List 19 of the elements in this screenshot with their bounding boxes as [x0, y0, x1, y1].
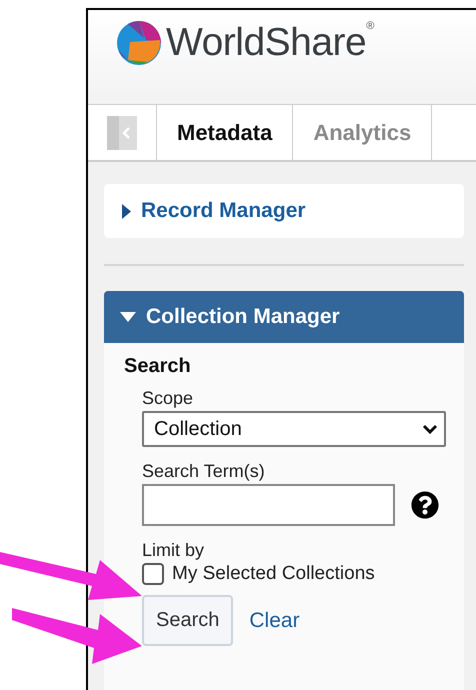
checkbox-label: My Selected Collections [172, 563, 375, 585]
checkbox[interactable] [142, 563, 164, 585]
scope-select[interactable]: Collection [142, 411, 446, 447]
help-icon[interactable] [411, 491, 439, 519]
registered-mark: ® [366, 20, 374, 32]
clear-link[interactable]: Clear [249, 608, 300, 632]
section-header[interactable]: Collection Manager [104, 291, 464, 343]
limit-label: Limit by [142, 540, 206, 561]
search-heading: Search [124, 355, 192, 378]
search-term-label: Search Term(s) [142, 461, 266, 482]
caret-down-icon [120, 312, 136, 322]
globe-logo-icon [116, 20, 162, 66]
caret-right-icon [122, 204, 131, 218]
scope-label: Scope [142, 388, 194, 409]
chevron-down-icon [422, 424, 438, 434]
search-term-field[interactable] [142, 484, 395, 526]
logo-text: WorldShare [166, 21, 366, 65]
search-button[interactable]: Search [142, 595, 234, 646]
section-header[interactable]: Record Manager [104, 184, 464, 238]
